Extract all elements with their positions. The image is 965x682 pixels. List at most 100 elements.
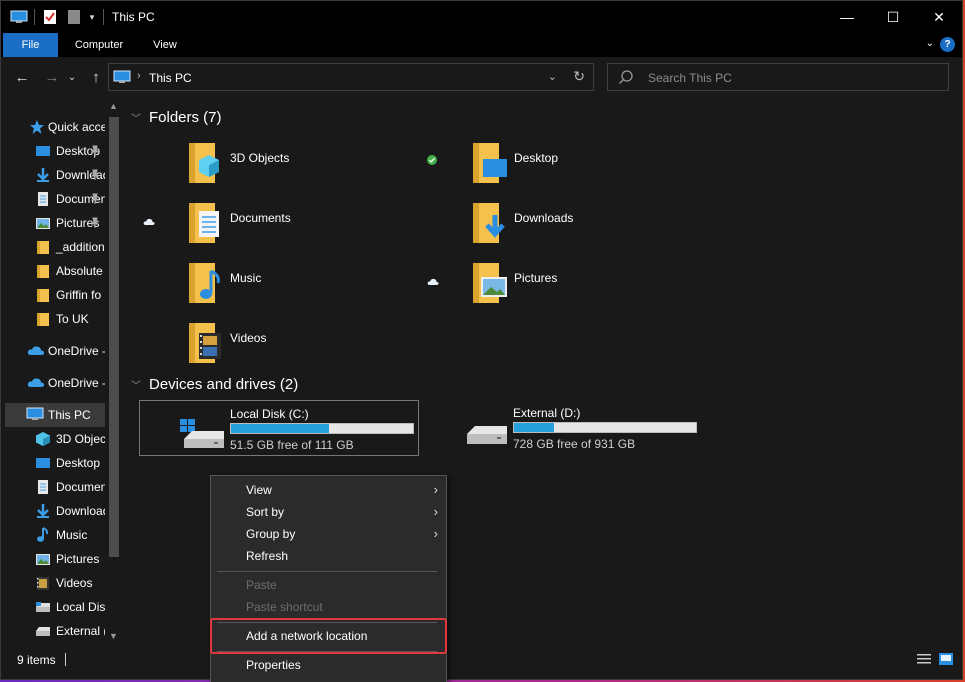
sidebar-item-downloads[interactable]: Downloads [1,163,105,187]
sidebar-item-music[interactable]: Music [1,523,105,547]
sidebar-item-external[interactable]: External ( [1,619,105,643]
folder-3d-objects[interactable]: 3D Objects [185,141,455,197]
sidebar-item-absolute[interactable]: Absolute [1,259,105,283]
folder-desktop[interactable]: Desktop [469,141,739,197]
sidebar-item-documents-pc[interactable]: Documents [1,475,105,499]
sidebar-item-pictures[interactable]: Pictures [1,211,105,235]
sidebar-item-this-pc[interactable]: This PC [5,403,105,427]
folder-name: Pictures [514,271,558,285]
address-dropdown-icon[interactable]: ⌄ [548,70,557,83]
details-view-icon[interactable] [917,653,931,665]
drive-icon [35,623,51,639]
new-folder-icon[interactable] [65,8,83,26]
folder-pictures[interactable]: Pictures [469,261,739,317]
menu-item-label: Sort by [246,505,285,519]
menu-item-group-by[interactable]: Group by › [211,523,446,545]
sidebar-item-3d-objects[interactable]: 3D Objects [1,427,105,451]
sidebar-item-documents[interactable]: Documents [1,187,105,211]
scrollbar-thumb[interactable] [109,117,119,557]
menu-item-sort-by[interactable]: Sort by › [211,501,446,523]
menu-item-refresh[interactable]: Refresh [211,545,446,567]
desktop-icon [35,143,51,159]
sidebar-item-to-uk[interactable]: To UK [1,307,105,331]
tab-computer[interactable]: Computer [63,33,135,57]
drive-usage-bar [230,423,414,434]
sidebar-item-pictures-pc[interactable]: Pictures [1,547,105,571]
sidebar-item-quick-access[interactable]: Quick access [1,115,105,139]
folder-icon [35,287,51,303]
drive-name: External (D:) [513,406,581,420]
sidebar-item-videos[interactable]: Videos [1,571,105,595]
folder-name: 3D Objects [230,151,290,165]
scroll-down-icon[interactable]: ▼ [109,631,118,641]
folder-documents[interactable]: Documents [185,201,455,257]
drives-group-header[interactable]: ﹀ Devices and drives (2) [131,376,298,393]
sidebar-item-label: Quick access [48,120,105,134]
sidebar-item-desktop[interactable]: Desktop [1,139,105,163]
back-button[interactable]: ← [11,67,33,87]
properties-icon[interactable] [41,8,59,26]
breadcrumb-separator-icon[interactable]: › [137,70,141,82]
menu-item-label: Paste [246,578,277,592]
cube-icon [35,431,51,447]
pin-icon [89,145,101,157]
customize-toolbar-icon[interactable]: ▾ [87,8,97,26]
scroll-up-icon[interactable]: ▲ [109,101,118,111]
sidebar-item-label: Desktop [56,456,101,470]
pc-icon[interactable] [9,8,29,26]
tab-file[interactable]: File [3,33,58,57]
sidebar-item-additional[interactable]: _additional [1,235,105,259]
folder-name: Videos [230,331,267,345]
title-separator [34,9,35,25]
chevron-down-icon: ⌄ [67,71,77,83]
sidebar-item-griffin[interactable]: Griffin fo [1,283,105,307]
menu-item-label: Paste shortcut [246,600,323,614]
menu-item-properties[interactable]: Properties [211,654,446,676]
pin-icon [89,169,101,181]
minimize-button[interactable]: — [824,1,870,33]
sidebar-item-downloads-pc[interactable]: Downloads [1,499,105,523]
folders-group-header[interactable]: ﹀ Folders (7) [131,109,222,126]
up-button[interactable]: ↑ [85,67,107,87]
menu-item-paste[interactable]: Paste [211,574,446,596]
sidebar-item-label: OneDrive - [48,344,105,358]
tab-view[interactable]: View [141,33,189,57]
drive-icon [35,599,51,615]
large-icons-view-icon[interactable] [939,653,953,665]
close-button[interactable]: ✕ [916,1,962,33]
chevron-right-icon: › [433,482,438,497]
sidebar-item-onedrive-1[interactable]: OneDrive - [1,339,105,363]
sync-ok-icon [427,154,437,168]
help-icon[interactable]: ? [940,37,955,52]
sidebar-item-label: Music [56,528,88,542]
breadcrumb-this-pc[interactable]: This PC [149,71,192,85]
sidebar-item-label: Videos [56,576,93,590]
expand-ribbon-icon[interactable]: ⌄ [926,38,934,49]
search-box[interactable]: Search This PC [607,63,949,91]
menu-item-paste-shortcut[interactable]: Paste shortcut [211,596,446,618]
forward-button[interactable]: → [41,67,63,87]
download-icon [35,167,51,183]
folder-videos[interactable]: Videos [185,321,455,377]
sidebar-item-label: Documents [56,480,105,494]
arrow-right-icon: → [44,68,60,86]
refresh-icon[interactable]: ↻ [573,68,585,85]
sidebar-item-desktop-pc[interactable]: Desktop [1,451,105,475]
drive-local-disk-c[interactable]: Local Disk (C:) 51.5 GB free of 111 GB [139,400,419,456]
music-icon [35,527,51,543]
navigation-bar: ← → ⌄ ↑ › This PC ⌄ ↻ Search This PC [1,57,962,99]
address-bar[interactable]: › This PC ⌄ ↻ [108,63,594,91]
desktop-icon [35,455,51,471]
nav-pane-scrollbar[interactable]: ▲ ▼ [106,99,122,647]
sidebar-item-onedrive-2[interactable]: OneDrive - [1,371,105,395]
menu-item-label: Group by [246,527,296,541]
menu-item-view[interactable]: View › [211,479,446,501]
folder-music[interactable]: Music [185,261,455,317]
drive-external-d[interactable]: External (D:) 728 GB free of 931 GB [423,400,703,456]
cloud-icon [27,343,45,359]
recent-locations-button[interactable]: ⌄ [65,67,79,87]
folder-downloads[interactable]: Downloads [469,201,739,257]
sidebar-item-label: To UK [56,312,89,326]
sidebar-item-local-disk[interactable]: Local Disk [1,595,105,619]
maximize-button[interactable]: ☐ [870,1,916,33]
